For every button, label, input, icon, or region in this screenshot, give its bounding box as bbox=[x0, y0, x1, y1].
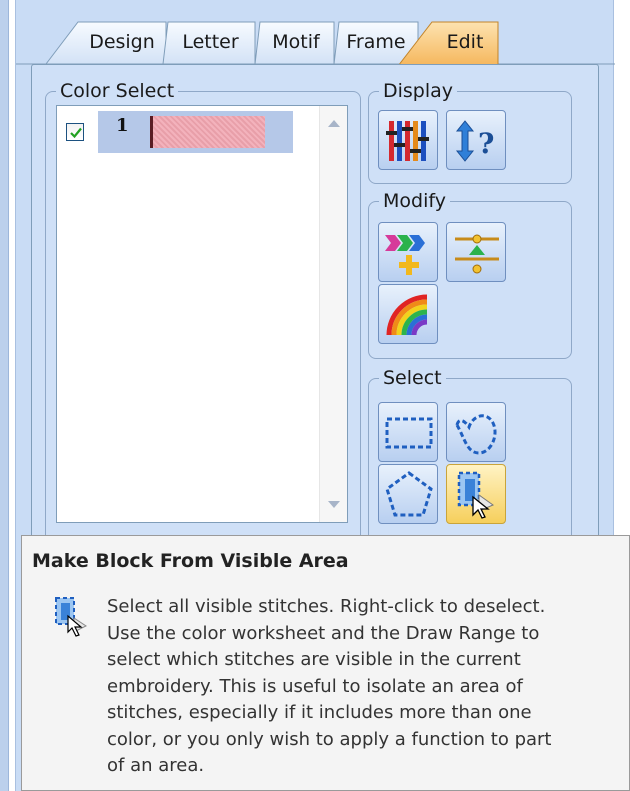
tooltip-line: color, or you only wish to apply a funct… bbox=[107, 728, 552, 750]
visible-area-select-icon bbox=[55, 597, 87, 637]
select-legend: Select bbox=[379, 366, 446, 390]
rectangle-select-icon bbox=[385, 417, 433, 449]
list-scrollbar[interactable] bbox=[319, 106, 347, 522]
tooltip-line: Select all visible stitches. Right-click… bbox=[107, 596, 546, 617]
tooltip-line: stitches, especially if it includes more… bbox=[107, 702, 532, 723]
color-list-item[interactable]: 1 bbox=[58, 111, 293, 153]
freehand-select-button[interactable] bbox=[446, 402, 506, 462]
tab-design[interactable]: Design bbox=[78, 30, 166, 54]
color-select-legend: Color Select bbox=[56, 79, 179, 103]
color-list[interactable]: 1 bbox=[56, 105, 348, 523]
mouse-cursor-icon bbox=[472, 495, 490, 519]
color-bars-button[interactable] bbox=[378, 110, 438, 170]
polygon-select-button[interactable] bbox=[378, 464, 438, 524]
tab-motif[interactable]: Motif bbox=[258, 30, 334, 54]
tooltip: Make Block From Visible Area Select all … bbox=[21, 535, 630, 791]
center-button[interactable] bbox=[446, 222, 506, 282]
sort-help-icon: ? bbox=[455, 120, 494, 162]
tooltip-title: Make Block From Visible Area bbox=[32, 550, 349, 572]
scroll-down-arrow-icon[interactable] bbox=[328, 501, 340, 508]
checkmark-icon bbox=[70, 127, 82, 139]
rainbow-button[interactable] bbox=[378, 284, 438, 344]
color-swatch bbox=[150, 116, 265, 148]
color-number: 1 bbox=[116, 115, 129, 136]
rectangle-select-button[interactable] bbox=[378, 402, 438, 462]
left-edge-strip bbox=[0, 0, 9, 791]
color-visible-checkbox[interactable] bbox=[66, 123, 84, 141]
color-bars-icon bbox=[386, 121, 429, 161]
display-legend: Display bbox=[379, 79, 458, 103]
tab-frame[interactable]: Frame bbox=[336, 30, 416, 54]
tab-edit[interactable]: Edit bbox=[432, 30, 498, 54]
tooltip-description: Select all visible stitches. Right-click… bbox=[107, 594, 617, 780]
tab-bar: Design Letter Motif Frame Edit bbox=[16, 0, 615, 66]
visible-area-select-button[interactable] bbox=[446, 464, 506, 524]
add-sequence-button[interactable] bbox=[378, 222, 438, 282]
modify-legend: Modify bbox=[379, 189, 450, 213]
rainbow-icon bbox=[386, 294, 428, 336]
polygon-select-icon bbox=[385, 471, 433, 517]
freehand-select-icon bbox=[455, 414, 497, 455]
sort-help-button[interactable]: ? bbox=[446, 110, 506, 170]
tooltip-line: Use the color worksheet and the Draw Ran… bbox=[107, 622, 540, 644]
edit-panel: Design Letter Motif Frame Edit Color Sel… bbox=[15, 0, 630, 791]
tooltip-line: of an area. bbox=[107, 755, 205, 776]
tab-letter[interactable]: Letter bbox=[166, 30, 255, 54]
scroll-up-arrow-icon[interactable] bbox=[328, 120, 340, 127]
center-align-icon bbox=[455, 234, 499, 274]
tooltip-line: embroidery. This is useful to isolate an… bbox=[107, 675, 523, 697]
tooltip-line: select which stitches are visible in the… bbox=[107, 649, 521, 670]
arrows-plus-icon bbox=[385, 235, 425, 275]
svg-text:?: ? bbox=[478, 127, 494, 160]
